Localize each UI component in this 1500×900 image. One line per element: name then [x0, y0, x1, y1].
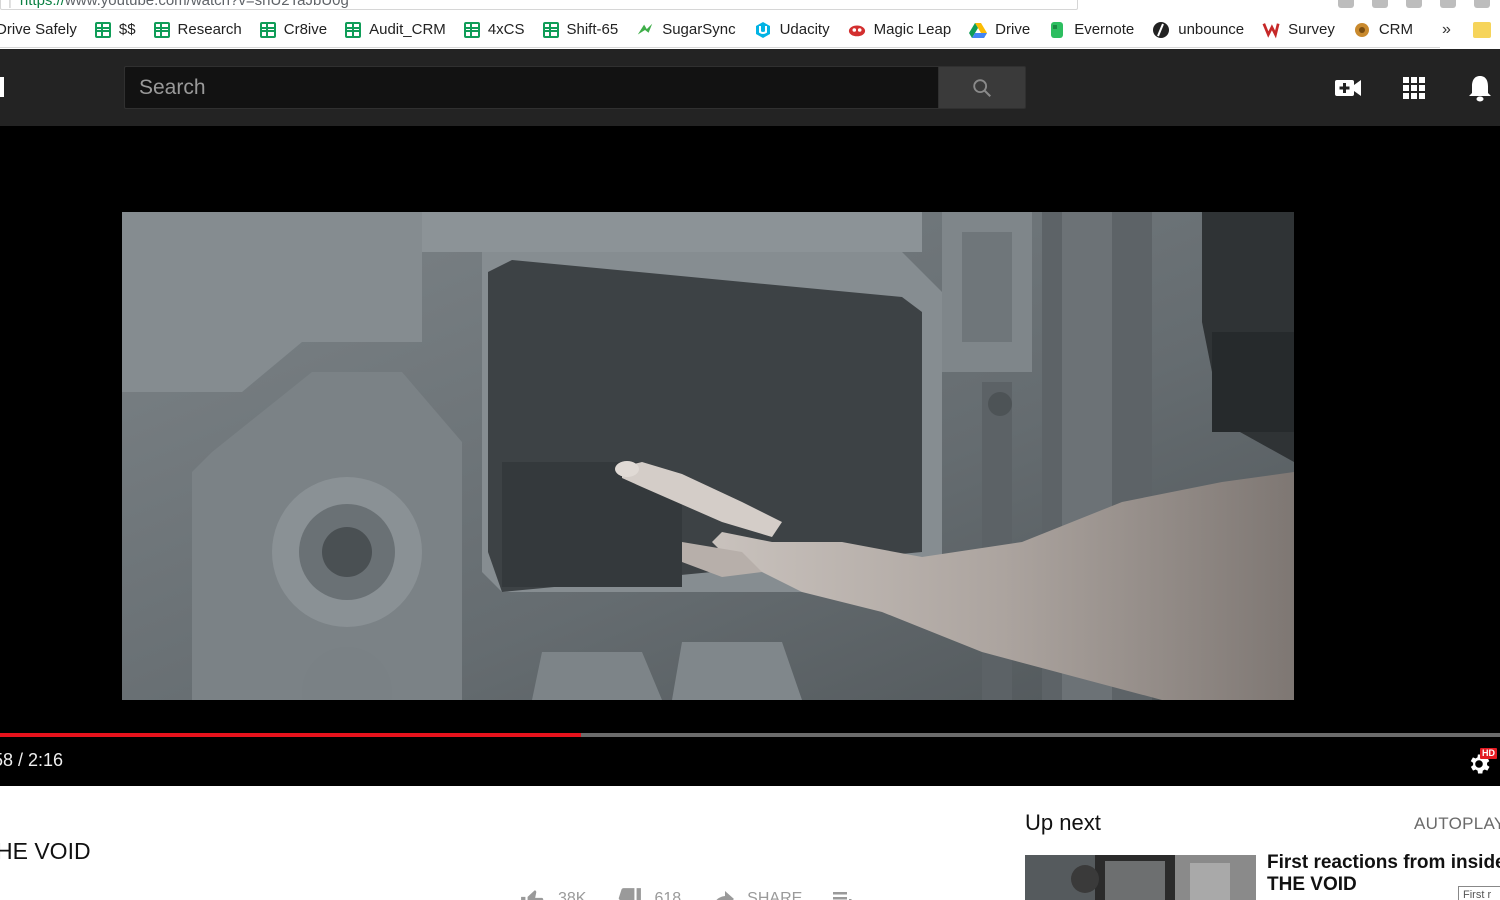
hd-badge: HD	[1480, 748, 1497, 759]
bookmark-label: 4xCS	[487, 21, 525, 38]
sheets-icon	[259, 21, 276, 38]
bookmarks-bar: Drive Safely $$ Research Cr8ive Audit_CRM 4xC…	[0, 12, 1500, 48]
like-count: 38K	[558, 890, 587, 900]
search-icon	[973, 78, 991, 97]
bookmark-label: Evernote	[1074, 21, 1135, 38]
bookmark-label: unbounce	[1178, 21, 1245, 38]
more-actions-button[interactable]: ...	[898, 886, 919, 900]
playlist-add-icon	[833, 892, 852, 900]
upload-video-button[interactable]	[1333, 74, 1363, 102]
bookmark-research[interactable]: Research	[145, 12, 251, 47]
extension-icons	[1338, 0, 1490, 8]
extension-icon[interactable]	[1440, 0, 1456, 8]
extension-icon[interactable]	[1474, 0, 1490, 8]
url-text: | https://www.youtube.com/watch?v=shU2TaJ…	[8, 0, 349, 9]
bookmark-audit-crm[interactable]: Audit_CRM	[336, 12, 455, 47]
apps-grid-icon	[1403, 77, 1425, 99]
folder-icon[interactable]	[1472, 22, 1491, 38]
unbounce-icon	[1152, 21, 1170, 39]
time-display: 58 / 2:16	[0, 750, 64, 770]
share-arrow-icon	[716, 891, 735, 900]
sheets-icon	[542, 21, 559, 38]
crm-icon	[1353, 21, 1371, 39]
video-title: HE VOID	[0, 838, 91, 864]
like-button[interactable]: 38K	[520, 887, 586, 900]
up-next-heading: Up next	[1025, 810, 1101, 835]
more-horiz-icon: ...	[898, 886, 920, 900]
thumbs-up-icon	[521, 890, 544, 900]
bookmark-label: SugarSync	[662, 21, 736, 38]
video-actions: 38K 618 SHARE ...	[520, 884, 950, 900]
autoplay-toggle[interactable]: AUTOPLAY	[1414, 814, 1500, 834]
next-video-tooltip: First r	[1458, 886, 1500, 900]
extension-icon[interactable]	[1372, 0, 1388, 8]
chevron-right-icon[interactable]: »	[1442, 21, 1451, 39]
bookmark-label: Drive	[995, 21, 1031, 38]
bookmark-label: CRM	[1378, 21, 1413, 38]
extension-icon[interactable]	[1338, 0, 1354, 8]
bookmark-drive[interactable]: Drive	[960, 12, 1039, 47]
bookmark-sugarsync[interactable]: SugarSync	[627, 12, 744, 47]
youtube-logo-edge[interactable]	[0, 77, 4, 97]
share-label: SHARE	[747, 890, 803, 900]
bookmark-label: Survey	[1288, 21, 1335, 38]
thumbs-down-icon	[619, 888, 642, 900]
video-player[interactable]: 58 / 2:16 HD	[0, 126, 1500, 786]
bookmark-label: Magic Leap	[873, 21, 952, 38]
evernote-icon	[1048, 21, 1066, 39]
video-still-image	[122, 212, 1294, 700]
bookmark-udacity[interactable]: Udacity	[745, 12, 839, 47]
progress-bar[interactable]	[0, 733, 1500, 737]
udacity-icon	[754, 21, 772, 39]
progress-played	[0, 733, 581, 737]
bookmark-4xcs[interactable]: 4xCS	[455, 12, 534, 47]
search-button[interactable]	[938, 66, 1026, 109]
bookmark-drive-safely[interactable]: Drive Safely	[0, 12, 86, 47]
apps-button[interactable]	[1399, 74, 1429, 102]
bookmark-label: Drive Safely	[0, 21, 77, 38]
bookmark-label: Cr8ive	[283, 21, 328, 38]
magic-leap-icon	[848, 21, 866, 39]
bookmark-evernote[interactable]: Evernote	[1039, 12, 1143, 47]
bookmark-label: Research	[177, 21, 242, 38]
sheets-icon	[345, 21, 362, 38]
youtube-masthead	[0, 49, 1500, 126]
bookmarks-overflow[interactable]: »	[1440, 12, 1500, 48]
next-video-thumbnail[interactable]	[1025, 855, 1256, 900]
next-video-thumbnail-image	[1025, 855, 1256, 900]
dislike-button[interactable]: 618	[616, 887, 681, 900]
sugarsync-icon	[636, 21, 654, 39]
sheets-icon	[463, 21, 480, 38]
bookmark-[interactable]: $$	[86, 12, 145, 47]
browser-url-bar[interactable]: | https://www.youtube.com/watch?v=shU2TaJ…	[0, 0, 1500, 12]
survey-icon	[1262, 21, 1280, 39]
sheets-icon	[153, 21, 170, 38]
bookmark-magic-leap[interactable]: Magic Leap	[839, 12, 961, 47]
extension-icon[interactable]	[1406, 0, 1422, 8]
bookmark-unbounce[interactable]: unbounce	[1143, 12, 1253, 47]
bookmark-label: Audit_CRM	[369, 21, 446, 38]
bookmark-label: Shift-65	[566, 21, 619, 38]
add-to-playlist-button[interactable]	[832, 888, 868, 900]
share-button[interactable]: SHARE	[711, 888, 802, 900]
notifications-button[interactable]	[1465, 74, 1495, 102]
sheets-icon	[94, 21, 111, 38]
dislike-count: 618	[654, 890, 682, 900]
video-frame[interactable]	[122, 212, 1294, 700]
google-drive-icon	[969, 21, 988, 39]
settings-button[interactable]: HD	[1466, 748, 1497, 778]
bookmark-survey[interactable]: Survey	[1253, 12, 1344, 47]
search-input[interactable]	[124, 66, 938, 109]
bookmark-label: Udacity	[779, 21, 830, 38]
bookmark-cr8ive[interactable]: Cr8ive	[251, 12, 336, 47]
bookmark-label: $$	[118, 21, 136, 38]
video-camera-add-icon	[1335, 80, 1361, 96]
bookmark-shift-65[interactable]: Shift-65	[534, 12, 628, 47]
bookmark-crm[interactable]: CRM	[1344, 12, 1422, 47]
bell-icon	[1469, 76, 1491, 102]
